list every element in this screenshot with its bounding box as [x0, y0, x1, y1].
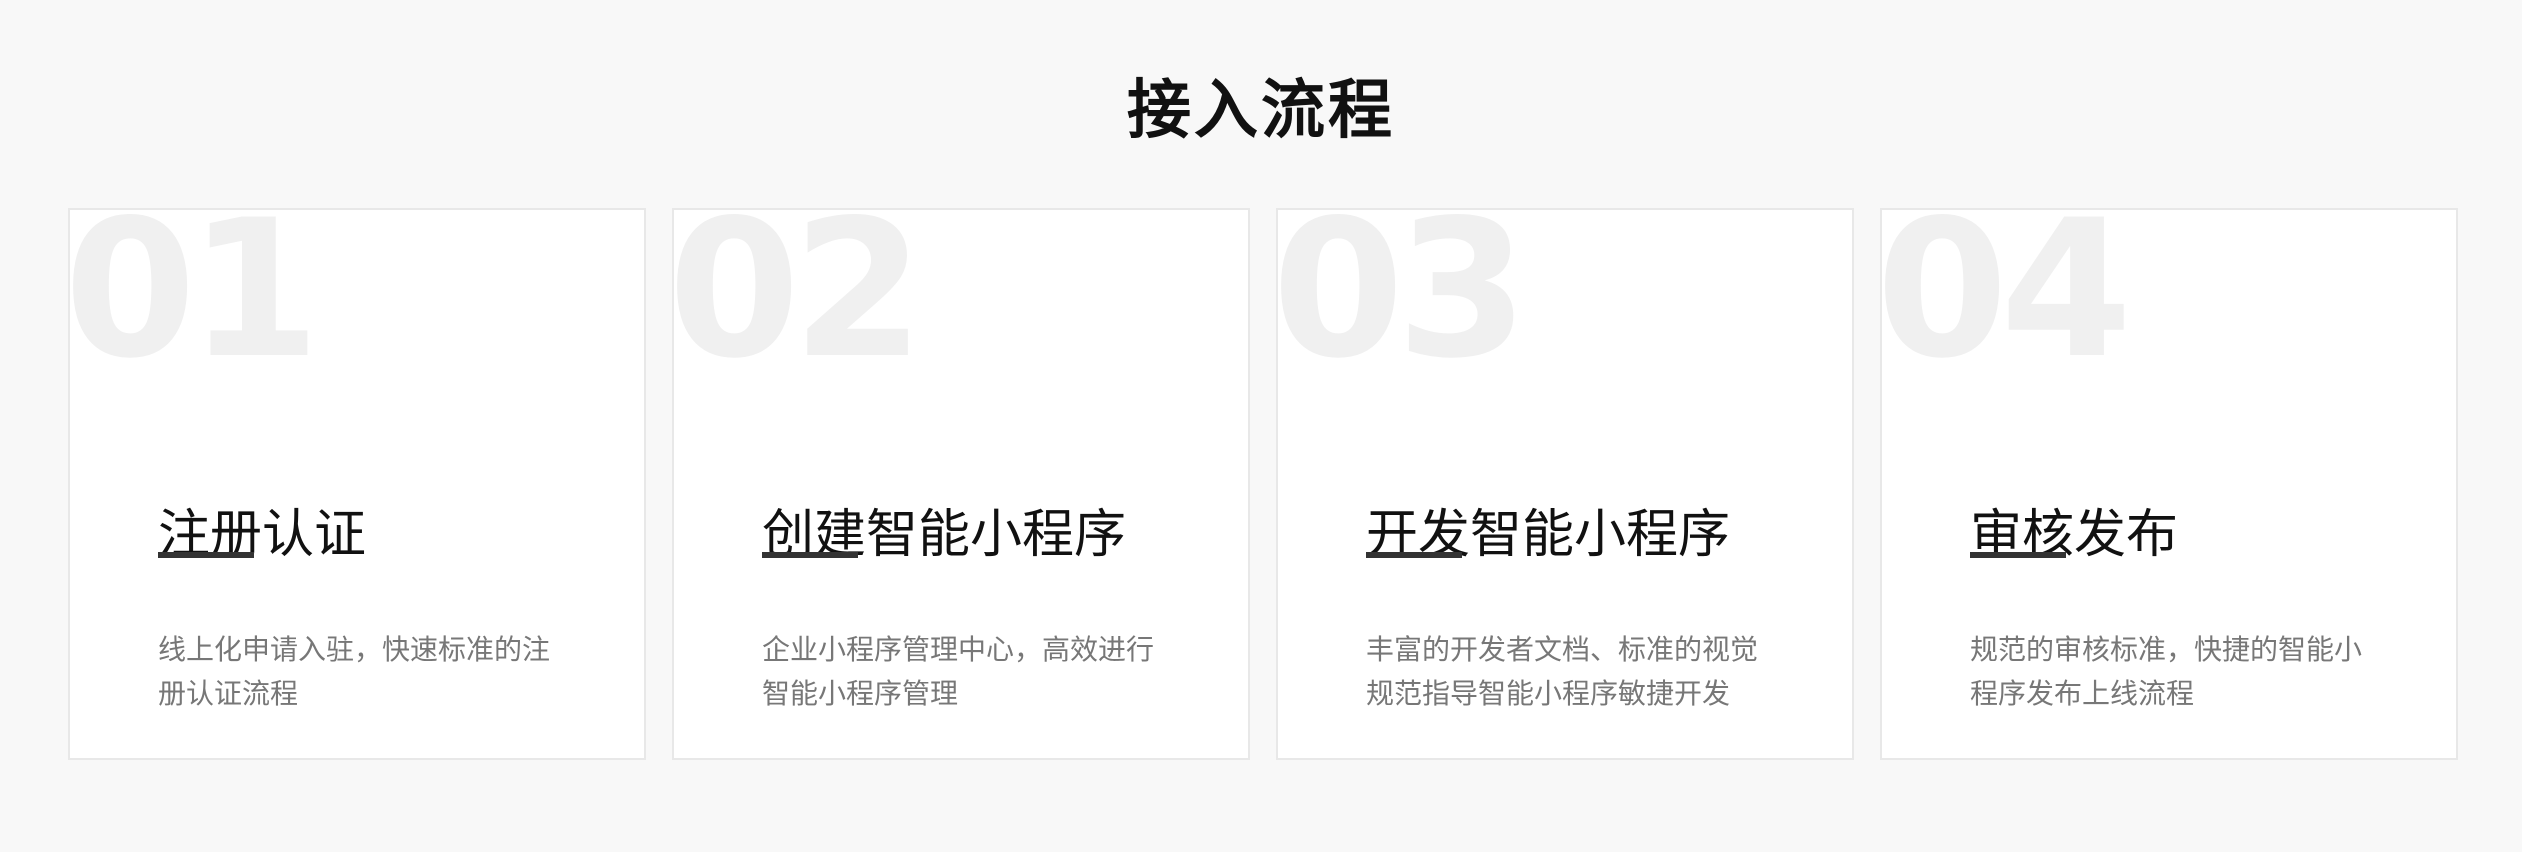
step-number: 01 [68, 208, 320, 400]
step-card-review-publish: 04 审核发布 规范的审核标准，快捷的智能小程序发布上线流程 [1880, 208, 2458, 760]
title-underline [1970, 552, 2066, 558]
step-number: 03 [1276, 208, 1528, 400]
step-description: 丰富的开发者文档、标准的视觉规范指导智能小程序敏捷开发 [1366, 633, 1759, 710]
step-description: 企业小程序管理中心，高效进行智能小程序管理 [762, 633, 1155, 710]
step-card-registration: 01 注册认证 线上化申请入驻，快速标准的注册认证流程 [68, 208, 646, 760]
step-card-create-mini-program: 02 创建智能小程序 企业小程序管理中心，高效进行智能小程序管理 [672, 208, 1250, 760]
step-description: 规范的审核标准，快捷的智能小程序发布上线流程 [1970, 633, 2363, 710]
step-number: 04 [1880, 208, 2132, 400]
title-underline [762, 552, 858, 558]
title-underline [158, 552, 254, 558]
access-process-section: 接入流程 01 注册认证 线上化申请入驻，快速标准的注册认证流程 02 创建智能… [0, 0, 2522, 852]
section-title: 接入流程 [1127, 73, 1395, 148]
step-number: 02 [672, 208, 924, 400]
title-underline [1366, 552, 1462, 558]
step-description: 线上化申请入驻，快速标准的注册认证流程 [158, 633, 551, 710]
process-steps: 01 注册认证 线上化申请入驻，快速标准的注册认证流程 02 创建智能小程序 企… [68, 208, 2460, 760]
step-card-develop-mini-program: 03 开发智能小程序 丰富的开发者文档、标准的视觉规范指导智能小程序敏捷开发 [1276, 208, 1854, 760]
